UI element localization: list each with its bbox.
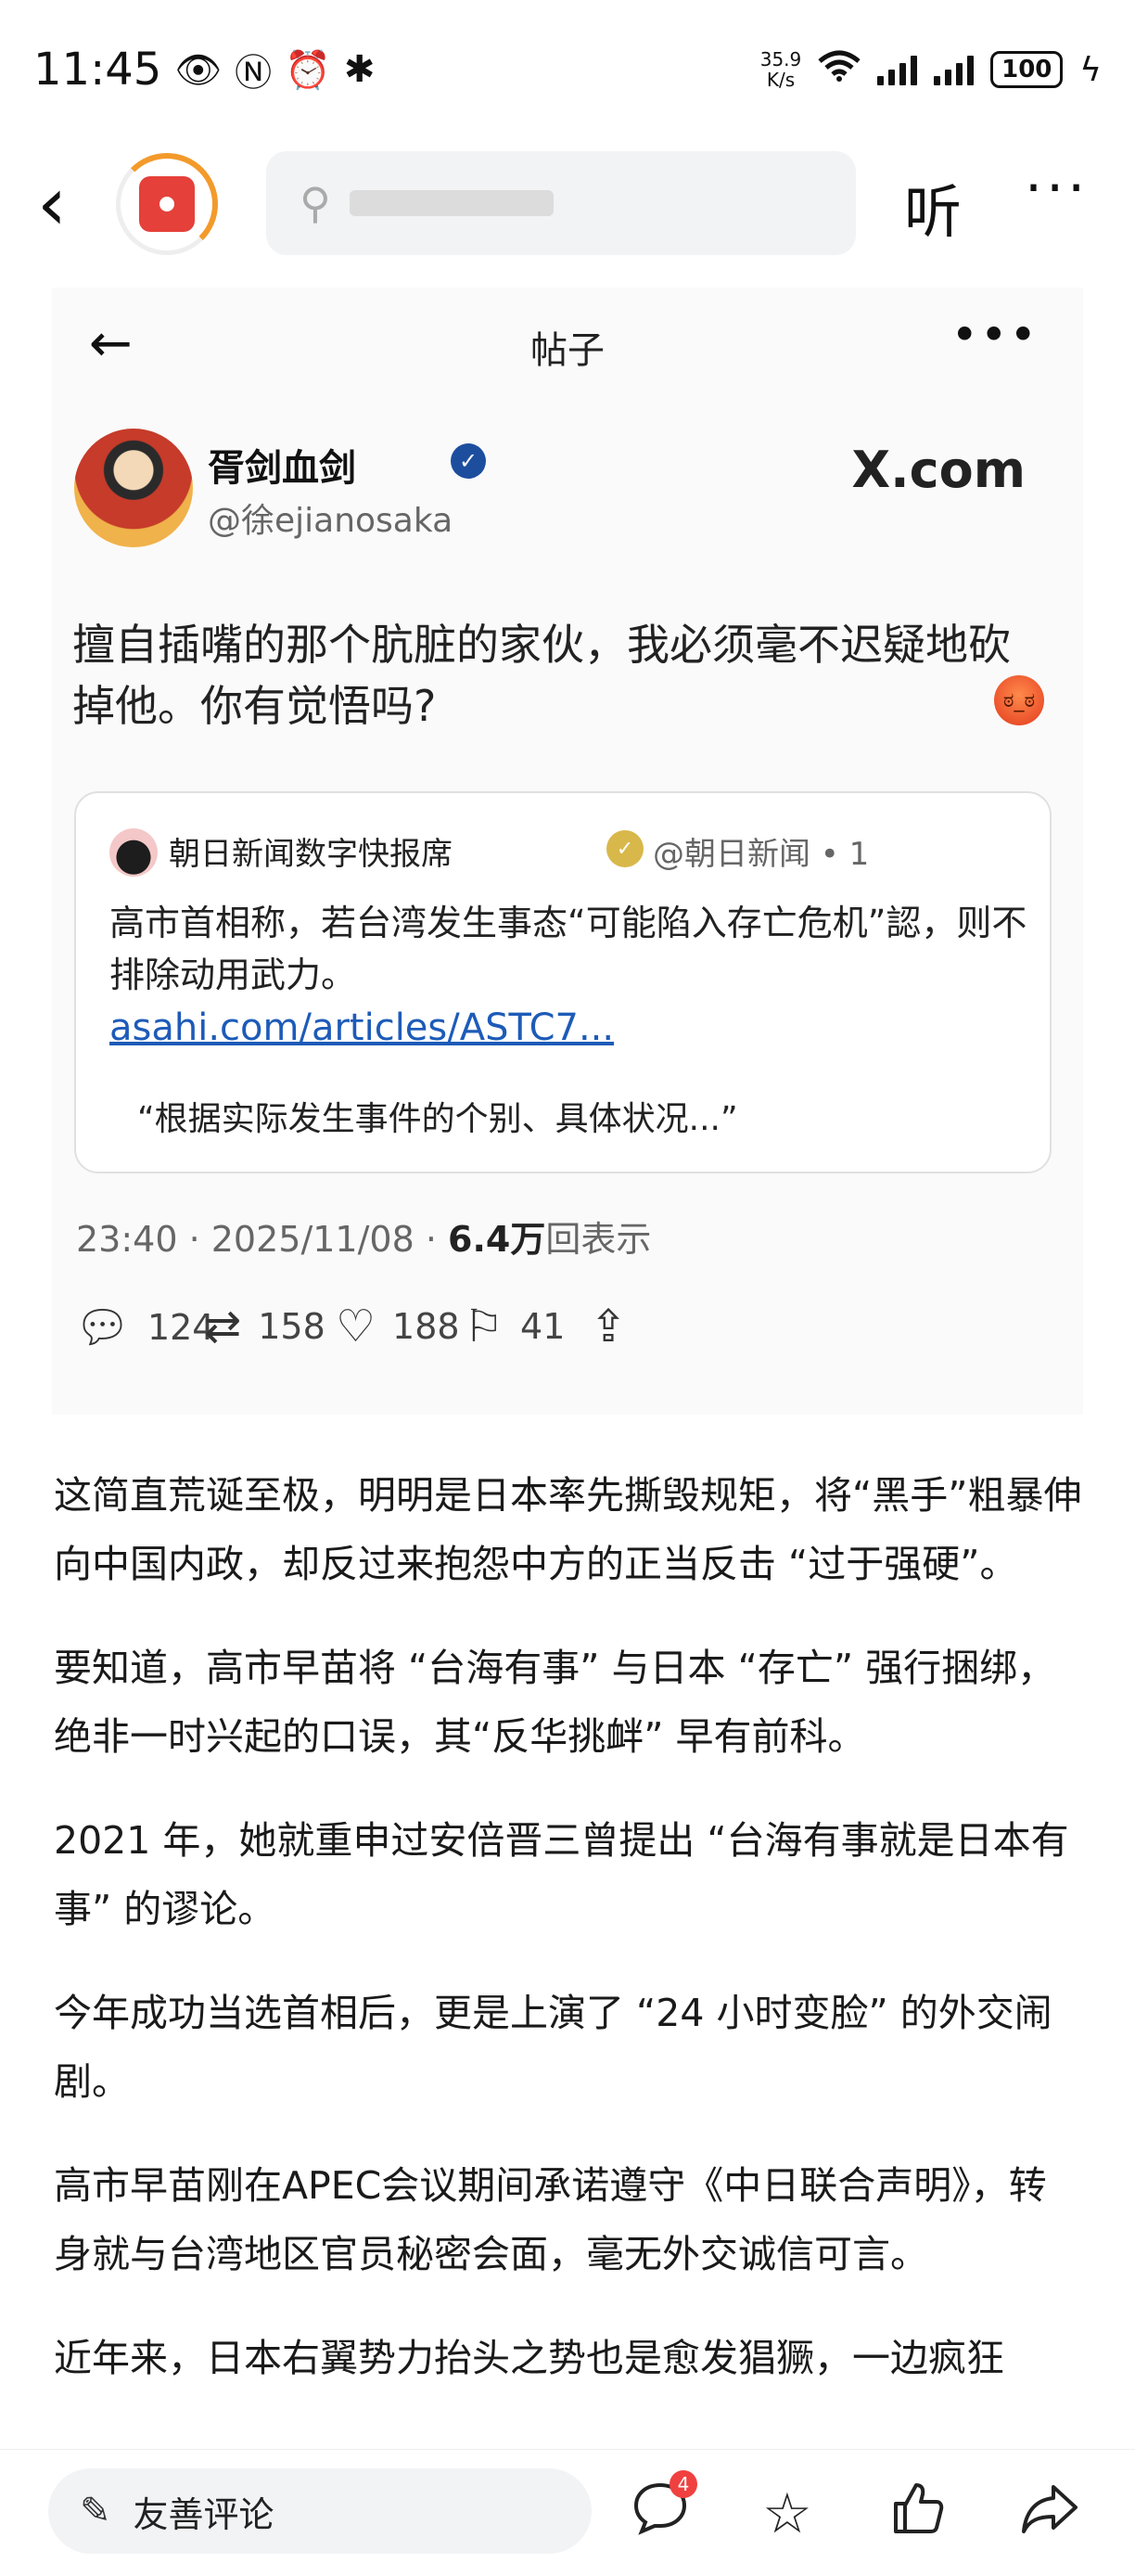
- verified-badge-icon: ✓: [451, 443, 486, 479]
- share-upload-icon: ⇪: [590, 1301, 628, 1352]
- tweet-meta: 23:40 · 2025/11/08 · 6.4万回表示: [76, 1211, 651, 1262]
- heart-icon: ♡: [336, 1301, 376, 1352]
- signal-icon: [877, 54, 918, 85]
- progress-ring: [116, 153, 218, 255]
- repost-action: ⇄ 158: [204, 1301, 325, 1352]
- search-icon: ⚲: [300, 178, 331, 228]
- like-count: 188: [392, 1306, 460, 1347]
- repost-count: 158: [258, 1306, 325, 1347]
- bookmark-icon: ⚐: [464, 1301, 504, 1352]
- net-speed: 35.9 K/s: [760, 49, 802, 90]
- platform-label: X.com: [851, 441, 1026, 499]
- status-time: 11:45: [33, 44, 162, 96]
- bottom-action-bar: ✎ 友善评论 4 ☆: [0, 2449, 1135, 2576]
- repost-icon: ⇄: [204, 1301, 242, 1352]
- thumbs-up-icon[interactable]: [890, 2481, 946, 2549]
- quote-source-handle: @朝日新闻 • 1: [653, 836, 870, 873]
- listen-button[interactable]: 听: [904, 165, 962, 249]
- article-paragraph: 近年来，日本右翼势力抬头之势也是愈发猖獗，一边疯狂: [54, 2336, 1004, 2380]
- author-handle: @徐ejianosaka: [208, 502, 453, 540]
- bookmark-count: 41: [520, 1306, 566, 1347]
- battery-indicator: 100: [990, 51, 1064, 88]
- author-avatar: [74, 429, 193, 547]
- tweet-timestamp: 23:40 · 2025/11/08 ·: [76, 1219, 449, 1260]
- post-header-title: 帖子: [530, 329, 605, 372]
- tweet-views: 6.4万: [448, 1219, 546, 1260]
- article-paragraph: 2021 年，她就重申过安倍晋三曾提出 “台海有事就是日本有事” 的谬论。: [54, 1818, 1069, 1931]
- share-icon[interactable]: [1020, 2481, 1079, 2549]
- eye-icon: 👁: [174, 48, 223, 92]
- article-paragraph: 高市早苗刚在APEC会议期间承诺遵守《中日联合声明》，转身就与台湾地区官员秘密会…: [54, 2163, 1047, 2276]
- quote-link: asahi.com/articles/ASTC7...: [109, 1006, 615, 1049]
- more-menu-icon[interactable]: ···: [1025, 156, 1089, 221]
- quote-source-name: 朝日新闻数字快报席: [169, 836, 453, 873]
- nfc-icon: Ⓝ: [235, 52, 273, 95]
- status-bar: 11:45 👁 Ⓝ ⏰ ✱ 35.9 K/s 100 ϟ: [0, 0, 1135, 139]
- pen-icon: ✎: [80, 2490, 111, 2532]
- search-bar[interactable]: ⚲: [266, 151, 856, 255]
- article-body: 这简直荒诞至极，明明是日本率先撕毁规矩，将“黑手”粗暴伸向中国内政，却反过来抱怨…: [54, 1461, 1083, 2428]
- search-blurred-text: [349, 190, 554, 216]
- net-speed-value: 35.9: [759, 48, 802, 70]
- article-paragraph: 今年成功当选首相后，更是上演了 “24 小时变脸” 的外交闹剧。: [54, 1991, 1052, 2104]
- share-action: ⇪: [590, 1301, 627, 1352]
- alarm-icon: ⏰: [285, 48, 331, 92]
- embedded-post-card: ← 帖子 ••• 胥剑血剑 ✓ @徐ejianosaka X.com 擅自插嘴的…: [52, 288, 1083, 1415]
- comment-count-badge: 4: [670, 2470, 697, 2498]
- quoted-post: 朝日新闻数字快报席 ✓ @朝日新闻 • 1 高市首相称，若台湾发生事态“可能陷入…: [74, 791, 1052, 1173]
- post-header: ← 帖子 •••: [52, 288, 1083, 399]
- top-nav: ‹ ⚲ 听 ···: [0, 139, 1135, 278]
- quote-excerpt: “根据实际发生事件的个别、具体状况...”: [137, 1100, 738, 1138]
- bluetooth-icon: ✱: [343, 48, 376, 91]
- signal-icon-2: [934, 54, 975, 85]
- tweet-views-suffix: 回表示: [545, 1219, 652, 1260]
- article-paragraph: 这简直荒诞至极，明明是日本率先撕毁规矩，将“黑手”粗暴伸向中国内政，却反过来抱怨…: [54, 1473, 1082, 1586]
- angry-emoji-icon: ಠ_ಠ: [994, 675, 1044, 725]
- quote-source-avatar: [109, 828, 158, 877]
- wifi-icon: [818, 50, 861, 90]
- charging-icon: ϟ: [1079, 50, 1102, 89]
- tweet-actions: 💬︎ 124 ⇄ 158 ♡ 188 ⚐ 41 ⇪: [74, 1301, 1076, 1375]
- comment-input[interactable]: ✎ 友善评论: [48, 2468, 592, 2554]
- author-name: 胥剑血剑: [208, 447, 356, 490]
- quote-text: 高市首相称，若台湾发生事态“可能陷入存亡危机”認，则不排除动用武力。: [109, 903, 1027, 995]
- article-paragraph: 要知道，高市早苗将 “台海有事” 与日本 “存亡” 强行捆绑，绝非一时兴起的口误…: [54, 1646, 1056, 1759]
- like-action: ♡ 188: [336, 1301, 460, 1352]
- post-more-icon: •••: [950, 308, 1039, 362]
- net-speed-unit: K/s: [766, 69, 796, 91]
- reply-icon: 💬︎: [74, 1301, 131, 1353]
- quote-verified-icon: ✓: [606, 830, 644, 867]
- bookmark-action: ⚐ 41: [464, 1301, 565, 1352]
- reply-action: 💬︎ 124: [74, 1301, 214, 1353]
- back-icon[interactable]: ‹: [37, 167, 67, 241]
- comment-placeholder: 友善评论: [133, 2493, 274, 2535]
- star-icon[interactable]: ☆: [762, 2481, 812, 2546]
- app-badge[interactable]: [116, 153, 218, 255]
- tweet-text: 擅自插嘴的那个肮脏的家伙，我必须毫不迟疑地砍掉他。你有觉悟吗?: [72, 620, 1011, 731]
